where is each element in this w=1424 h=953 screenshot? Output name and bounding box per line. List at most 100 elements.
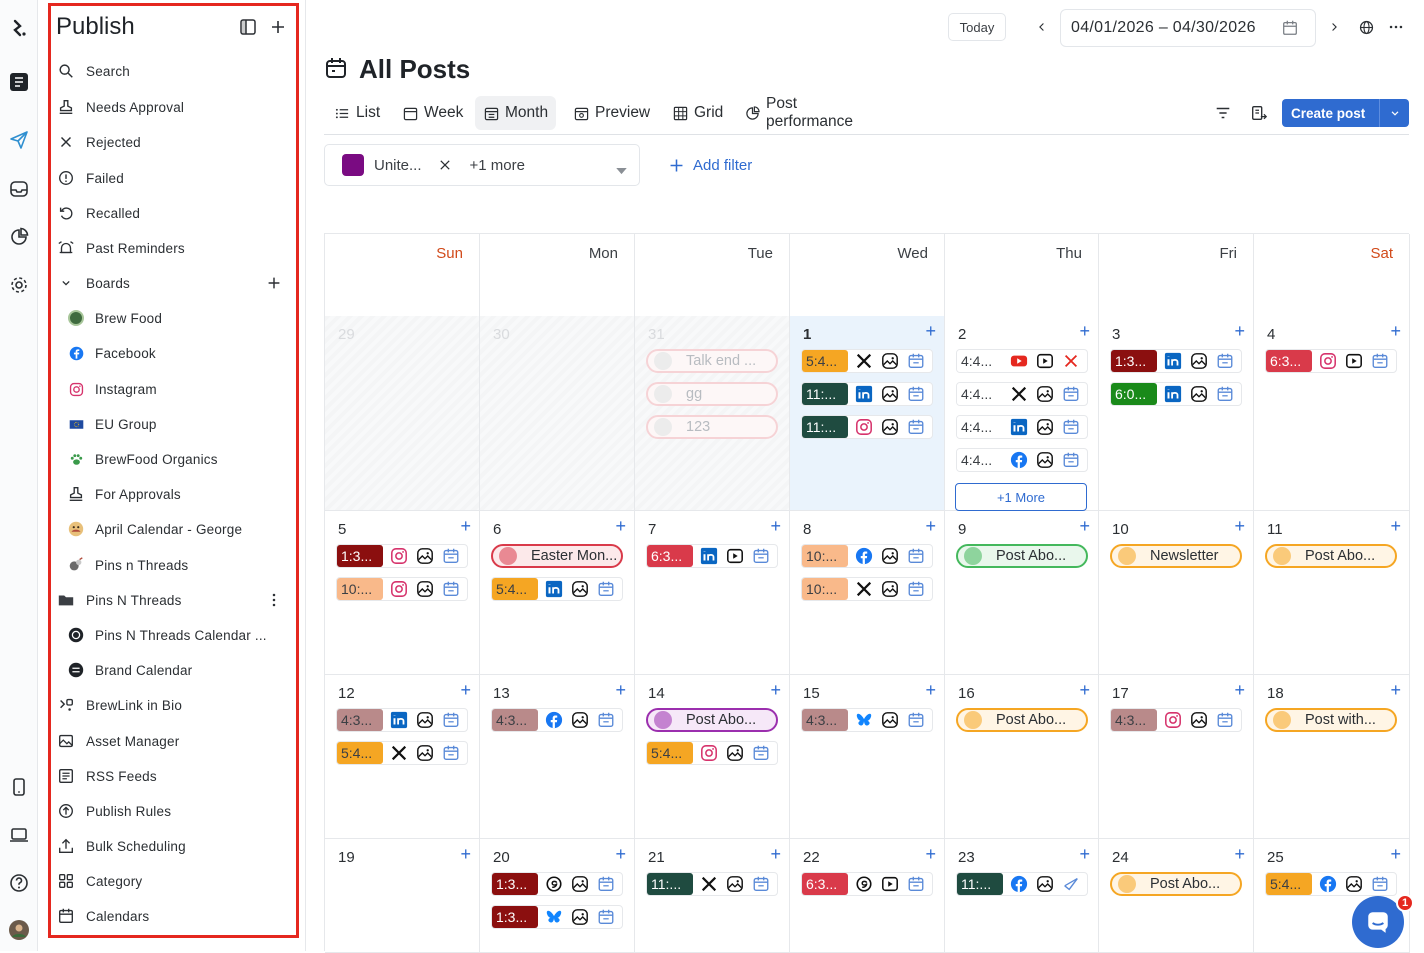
sidebar-item-april-calendar[interactable]: April Calendar - George	[66, 517, 288, 541]
calendar-day[interactable]: 19 +	[325, 839, 480, 953]
calendar-day[interactable]: 16 + Post Abo...	[945, 675, 1099, 839]
calendar-post[interactable]: 4:3...	[801, 708, 933, 732]
add-post-icon[interactable]: +	[770, 845, 781, 863]
calendar-day[interactable]: 29	[325, 316, 480, 511]
add-board-icon[interactable]	[264, 273, 284, 293]
calendar-post[interactable]: 5:4...	[646, 741, 778, 765]
add-post-icon[interactable]: +	[1079, 322, 1090, 340]
calendar-day[interactable]: 5 +1:3... 10:...	[325, 511, 480, 675]
calendar-day[interactable]: 6 + Easter Mon... 5:4...	[480, 511, 635, 675]
help-icon[interactable]	[7, 871, 31, 895]
add-filter-button[interactable]: Add filter	[668, 157, 752, 174]
calendar-day[interactable]: 14 + Post Abo... 5:4...	[635, 675, 790, 839]
calendar-post[interactable]: 10:...	[801, 544, 933, 568]
add-post-icon[interactable]: +	[1234, 681, 1245, 699]
calendar-post[interactable]: 5:4...	[491, 577, 623, 601]
add-post-icon[interactable]: +	[1390, 681, 1401, 699]
calendar-post[interactable]: 4:3...	[491, 708, 623, 732]
more-posts-button[interactable]: +1 More	[955, 483, 1087, 511]
calendar-event[interactable]: 123	[646, 415, 778, 439]
calendar-event[interactable]: Post Abo...	[956, 544, 1088, 568]
settings-icon[interactable]	[7, 273, 31, 297]
add-post-icon[interactable]: +	[1234, 517, 1245, 535]
calendar-post[interactable]: 11:...	[646, 872, 778, 896]
calendar-post[interactable]: 1:3...	[491, 872, 623, 896]
calendar-post[interactable]: 6:3...	[1265, 349, 1397, 373]
calendar-event[interactable]: Post Abo...	[646, 708, 778, 732]
calendar-event[interactable]: Easter Mon...	[491, 544, 623, 568]
chevron-down-icon[interactable]	[1379, 99, 1409, 127]
calendar-post[interactable]: 11:...	[801, 382, 933, 406]
brand-logo-icon[interactable]	[7, 16, 31, 40]
filter-icon[interactable]	[1214, 104, 1232, 127]
calendar-day[interactable]: 10 + Newsletter	[1099, 511, 1254, 675]
tab-month[interactable]: Month	[475, 96, 557, 130]
globe-icon[interactable]	[1354, 13, 1378, 41]
sidebar-item-facebook[interactable]: Facebook	[66, 341, 288, 365]
user-avatar[interactable]	[7, 918, 31, 942]
calendar-post[interactable]: 6:0...	[1110, 382, 1242, 406]
add-post-icon[interactable]: +	[1079, 845, 1090, 863]
calendar-event[interactable]: Post Abo...	[956, 708, 1088, 732]
calendar-post[interactable]: 4:4...	[956, 382, 1088, 406]
add-post-icon[interactable]: +	[925, 845, 936, 863]
calendar-day[interactable]: 3 +1:3... 6:0...	[1099, 316, 1254, 511]
notes-icon[interactable]	[7, 70, 31, 94]
calendar-post[interactable]: 10:...	[336, 577, 468, 601]
add-post-icon[interactable]: +	[925, 517, 936, 535]
add-post-icon[interactable]: +	[1079, 681, 1090, 699]
add-post-icon[interactable]: +	[1234, 322, 1245, 340]
sidebar-item-rejected[interactable]: Rejected	[56, 130, 288, 154]
calendar-event[interactable]: Newsletter	[1110, 544, 1242, 568]
calendar-post[interactable]: 4:4...	[956, 415, 1088, 439]
calendar-day[interactable]: 11 + Post Abo...	[1254, 511, 1410, 675]
chevron-down-icon[interactable]	[56, 273, 76, 293]
date-range-picker[interactable]: 04/01/2026 – 04/30/2026	[1060, 9, 1316, 47]
add-post-icon[interactable]: +	[460, 681, 471, 699]
inbox-icon[interactable]	[7, 177, 31, 201]
calendar-day[interactable]: 1 +5:4... 11:... 11:...	[790, 316, 945, 511]
calendar-day[interactable]: 12 +4:3... 5:4...	[325, 675, 480, 839]
calendar-day[interactable]: 15 +4:3...	[790, 675, 945, 839]
add-post-icon[interactable]: +	[1390, 845, 1401, 863]
calendar-post[interactable]: 10:...	[801, 577, 933, 601]
sidebar-item-boards[interactable]: Boards	[56, 271, 288, 295]
sidebar-item-instagram[interactable]: Instagram	[66, 377, 288, 401]
sidebar-item-pins-calendar[interactable]: Pins N Threads Calendar ...	[66, 623, 288, 647]
sidebar-item-brewfood-organics[interactable]: BrewFood Organics	[66, 447, 288, 471]
add-icon[interactable]	[268, 17, 288, 37]
add-post-icon[interactable]: +	[925, 322, 936, 340]
remove-chip-icon[interactable]	[438, 158, 452, 172]
calendar-post[interactable]: 1:3...	[336, 544, 468, 568]
sidebar-item-failed[interactable]: Failed	[56, 166, 288, 190]
calendar-event[interactable]: Post with...	[1265, 708, 1397, 732]
calendar-post[interactable]: 4:4...	[956, 349, 1088, 373]
add-post-icon[interactable]: +	[1079, 517, 1090, 535]
tab-list[interactable]: List	[326, 96, 388, 130]
today-button[interactable]: Today	[948, 13, 1006, 41]
calendar-post[interactable]: 6:3...	[646, 544, 778, 568]
sidebar-item-brand-calendar[interactable]: Brand Calendar	[66, 658, 288, 682]
calendar-day[interactable]: 9 + Post Abo...	[945, 511, 1099, 675]
tab-post-performance[interactable]: Post performance	[737, 95, 862, 130]
sidebar-item-search[interactable]: Search	[56, 59, 288, 83]
calendar-day[interactable]: 22 +6:3...	[790, 839, 945, 953]
sidebar-item-pins-n-threads-folder[interactable]: Pins N Threads	[56, 588, 288, 612]
calendar-day[interactable]: 8 +10:... 10:...	[790, 511, 945, 675]
sidebar-item-past-reminders[interactable]: Past Reminders	[56, 236, 288, 260]
sidebar-item-category[interactable]: Category	[56, 869, 288, 893]
calendar-day[interactable]: 4 +6:3...	[1254, 316, 1410, 511]
sidebar-item-rss-feeds[interactable]: RSS Feeds	[56, 764, 288, 788]
add-post-icon[interactable]: +	[615, 517, 626, 535]
calendar-post[interactable]: 6:3...	[801, 872, 933, 896]
next-month-icon[interactable]	[1322, 13, 1346, 41]
add-post-icon[interactable]: +	[615, 845, 626, 863]
calendar-post[interactable]: 1:3...	[1110, 349, 1242, 373]
mobile-icon[interactable]	[7, 775, 31, 799]
publish-send-icon[interactable]	[7, 128, 31, 152]
calendar-day[interactable]: 7 +6:3...	[635, 511, 790, 675]
export-icon[interactable]	[1250, 104, 1268, 127]
add-post-icon[interactable]: +	[1390, 322, 1401, 340]
calendar-event[interactable]: Post Abo...	[1110, 872, 1242, 896]
add-post-icon[interactable]: +	[770, 517, 781, 535]
